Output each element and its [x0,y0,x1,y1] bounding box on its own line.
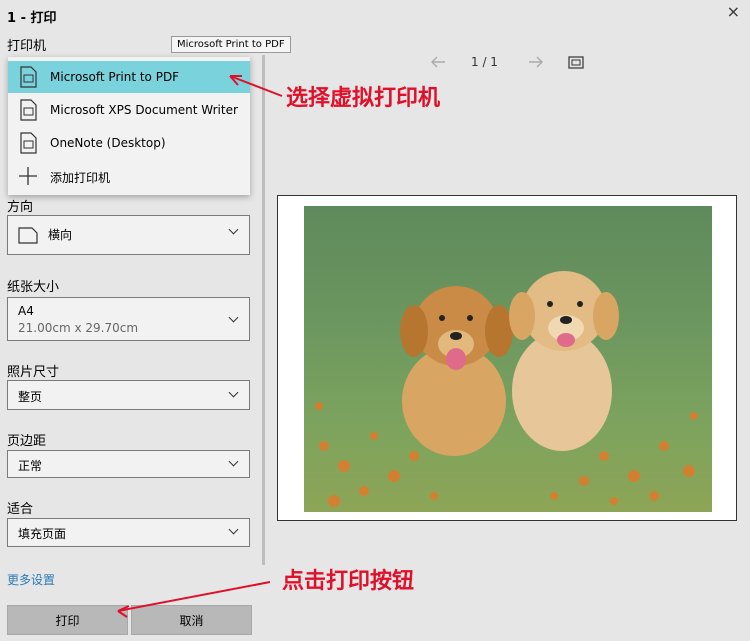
annotation-click-print: 点击打印按钮 [282,569,415,594]
annotation-arrow-print [117,581,271,612]
annotation-select-printer: 选择虚拟打印机 [286,86,441,111]
annotation-arrow-printer [229,75,283,97]
